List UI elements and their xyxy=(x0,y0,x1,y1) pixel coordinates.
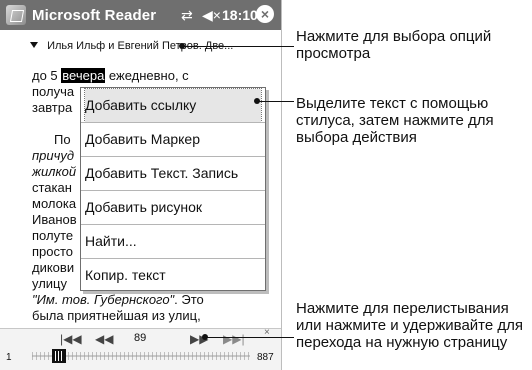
connectivity-icon[interactable]: ⇄ xyxy=(181,7,193,24)
text-fragment: дикови xyxy=(32,260,75,275)
start-page-label: 1 xyxy=(6,352,12,363)
context-menu: Добавить ссылку Добавить Маркер Добавить… xyxy=(80,87,266,291)
text-fragment: улицу xyxy=(32,276,68,291)
text-line: завтра xyxy=(32,100,72,116)
text-fragment: По xyxy=(54,132,71,147)
callout-dot xyxy=(179,43,185,49)
page-slider[interactable] xyxy=(32,349,250,363)
text-line: стакан xyxy=(32,180,72,196)
device-screen: Microsoft Reader ⇄ ◀× 18:10 × Илья Ильф … xyxy=(0,0,282,370)
text-fragment: завтра xyxy=(32,100,73,115)
close-icon[interactable]: × xyxy=(256,5,274,23)
callout-selection-action: Выделите текст с помощью стилуса, затем … xyxy=(296,95,494,146)
callout-dot xyxy=(202,334,208,340)
volume-icon[interactable]: ◀× xyxy=(202,7,221,24)
text-line: жилкой xyxy=(32,164,76,180)
titlebar: Microsoft Reader ⇄ ◀× 18:10 × xyxy=(0,0,281,30)
windows-start-icon[interactable] xyxy=(6,5,26,25)
menu-item-add-note[interactable]: Добавить Текст. Запись xyxy=(85,157,261,190)
slider-thumb[interactable] xyxy=(52,349,66,363)
callout-leader-line xyxy=(205,337,294,338)
text-fragment: "Им. тов. Губернского" xyxy=(32,292,175,307)
menu-item-copy-text[interactable]: Копир. текст xyxy=(85,259,261,292)
text-fragment: полуте xyxy=(32,228,74,243)
text-line: молока xyxy=(32,196,76,212)
callout-paging: Нажмите для перелистывания или нажмите и… xyxy=(296,300,523,351)
text-fragment: . Это xyxy=(174,292,204,307)
text-fragment: была приятнейшая из улиц, xyxy=(32,308,201,323)
text-fragment: жилкой xyxy=(32,164,77,179)
callout-view-options: Нажмите для выбора опций просмотра xyxy=(296,28,492,62)
text-line: По xyxy=(54,132,71,148)
dropdown-arrow-icon xyxy=(30,42,38,48)
end-page-label: 887 xyxy=(257,352,274,363)
menu-item-add-link[interactable]: Добавить ссылку xyxy=(84,88,262,123)
menu-item-add-drawing[interactable]: Добавить рисунок xyxy=(85,191,261,224)
text-fragment: до 5 xyxy=(32,68,62,83)
text-fragment: Иванов xyxy=(32,212,77,227)
first-page-icon[interactable]: |◀◀ xyxy=(60,332,82,346)
text-line: дикови xyxy=(32,260,74,276)
callout-dot xyxy=(254,98,260,104)
text-fragment: причуд xyxy=(32,148,75,163)
callout-leader-line xyxy=(257,101,294,102)
text-fragment: молока xyxy=(32,196,77,211)
navigation-bar: |◀◀ ◀◀ 89 ▶▶ ▶▶| × 1 887 xyxy=(0,327,281,370)
app-title: Microsoft Reader xyxy=(32,7,157,24)
text-fragment: стакан xyxy=(32,180,72,195)
text-line: просто xyxy=(32,244,73,260)
text-line: улицу xyxy=(32,276,67,292)
selected-text[interactable]: вечера xyxy=(61,68,106,83)
text-line: Иванов xyxy=(32,212,77,228)
text-fragment: получа xyxy=(32,84,75,99)
page-number: 89 xyxy=(134,332,147,344)
callout-leader-line xyxy=(182,46,294,47)
text-line: полуте xyxy=(32,228,73,244)
prev-page-icon[interactable]: ◀◀ xyxy=(95,332,113,346)
text-fragment: просто xyxy=(32,244,74,259)
text-line: причуд xyxy=(32,148,74,164)
text-line: была приятнейшая из улиц, xyxy=(32,308,201,324)
last-page-icon[interactable]: ▶▶| xyxy=(223,332,245,346)
menu-item-find[interactable]: Найти... xyxy=(85,225,261,258)
menu-item-add-bookmark[interactable]: Добавить Маркер xyxy=(85,123,261,156)
text-line: "Им. тов. Губернского". Это xyxy=(32,292,204,308)
text-line: до 5 вечера ежедневно, с xyxy=(32,68,189,84)
text-line: получа xyxy=(32,84,74,100)
text-fragment: ежедневно, с xyxy=(105,68,189,83)
clock-time[interactable]: 18:10 xyxy=(222,7,258,23)
